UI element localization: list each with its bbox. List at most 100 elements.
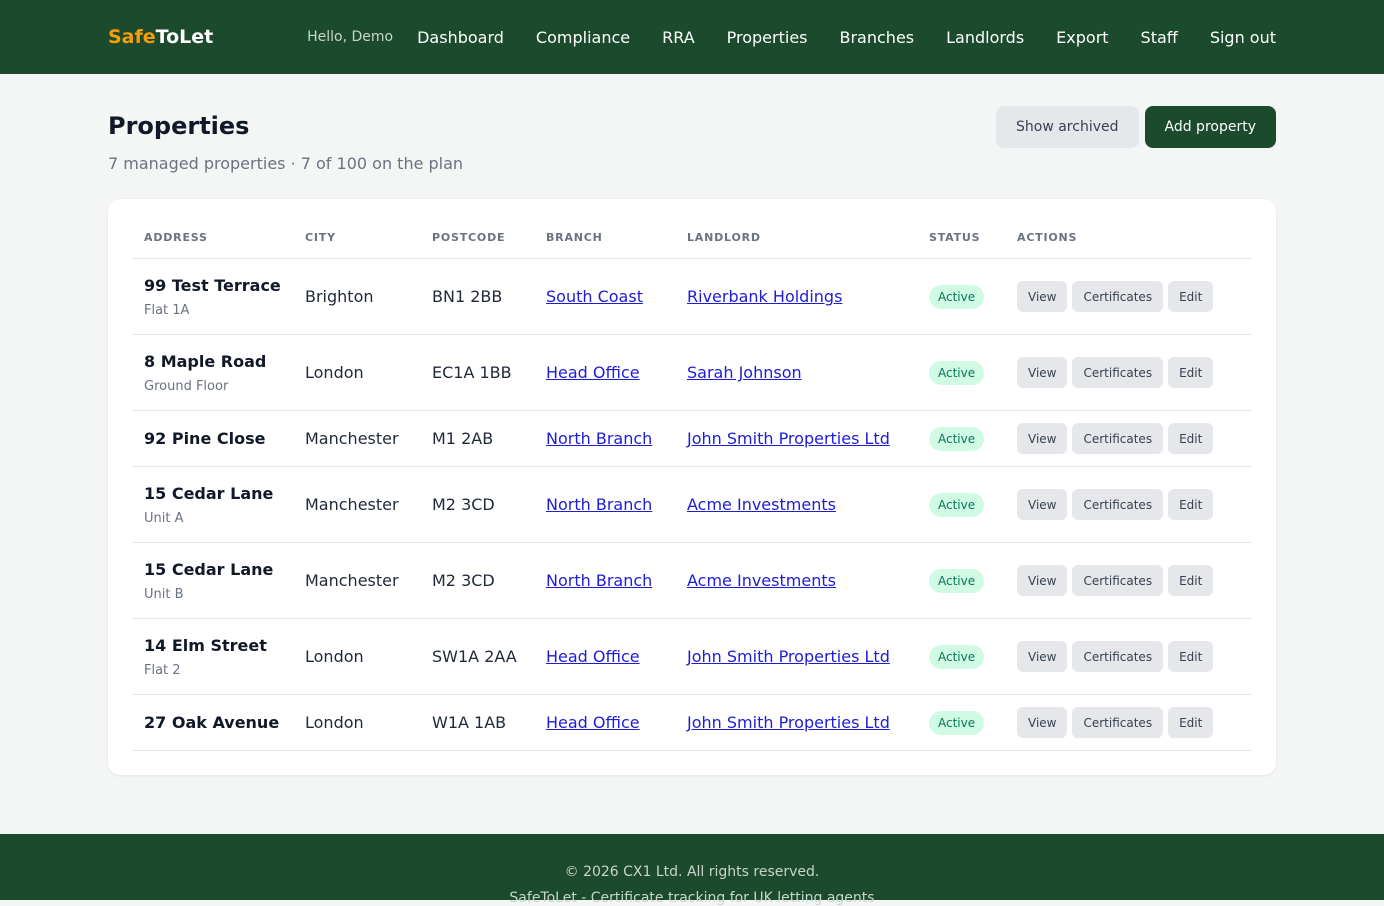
landlord-link[interactable]: Acme Investments bbox=[687, 571, 836, 590]
cell-postcode: EC1A 1BB bbox=[420, 334, 534, 411]
cell-landlord: John Smith Properties Ltd bbox=[675, 694, 917, 751]
cell-actions: View Certificates Edit bbox=[1005, 258, 1252, 335]
address-subline: Unit A bbox=[144, 510, 184, 526]
nav-landlords[interactable]: Landlords bbox=[946, 28, 1024, 47]
cell-status: Active bbox=[917, 694, 1005, 751]
cell-actions: View Certificates Edit bbox=[1005, 466, 1252, 543]
certificates-button[interactable]: Certificates bbox=[1072, 565, 1164, 596]
landlord-link[interactable]: Sarah Johnson bbox=[687, 363, 802, 382]
cell-actions: View Certificates Edit bbox=[1005, 694, 1252, 751]
branch-link[interactable]: North Branch bbox=[546, 429, 652, 448]
certificates-button[interactable]: Certificates bbox=[1072, 423, 1164, 454]
cell-address: 14 Elm Street Flat 2 bbox=[132, 618, 293, 695]
certificates-button[interactable]: Certificates bbox=[1072, 707, 1164, 738]
cell-status: Active bbox=[917, 334, 1005, 411]
address-line: 14 Elm Street bbox=[144, 635, 267, 655]
nav-branches[interactable]: Branches bbox=[840, 28, 915, 47]
edit-button[interactable]: Edit bbox=[1168, 565, 1214, 596]
edit-button[interactable]: Edit bbox=[1168, 489, 1214, 520]
view-button[interactable]: View bbox=[1017, 565, 1068, 596]
cell-landlord: Acme Investments bbox=[675, 466, 917, 543]
cell-actions: View Certificates Edit bbox=[1005, 334, 1252, 411]
add-property-button[interactable]: Add property bbox=[1144, 106, 1276, 148]
header-branch: BRANCH bbox=[534, 225, 675, 259]
cell-address: 15 Cedar Lane Unit B bbox=[132, 542, 293, 619]
address-subline: Flat 1A bbox=[144, 302, 190, 318]
user-greeting: Hello, Demo bbox=[307, 29, 394, 45]
address-line: 15 Cedar Lane bbox=[144, 483, 274, 503]
nav-export[interactable]: Export bbox=[1056, 28, 1108, 47]
cell-address: 92 Pine Close bbox=[132, 410, 293, 467]
branch-link[interactable]: Head Office bbox=[546, 713, 640, 732]
nav-sign-out[interactable]: Sign out bbox=[1210, 28, 1276, 47]
certificates-button[interactable]: Certificates bbox=[1072, 489, 1164, 520]
address-line: 8 Maple Road bbox=[144, 351, 267, 371]
brand-part1: Safe bbox=[108, 26, 156, 48]
view-button[interactable]: View bbox=[1017, 281, 1068, 312]
brand-logo[interactable]: SafeToLet bbox=[108, 26, 213, 48]
cell-actions: View Certificates Edit bbox=[1005, 618, 1252, 695]
header-postcode: POSTCODE bbox=[420, 225, 534, 259]
address-line: 92 Pine Close bbox=[144, 429, 266, 448]
view-button[interactable]: View bbox=[1017, 707, 1068, 738]
address-subline: Unit B bbox=[144, 586, 184, 602]
header-status: STATUS bbox=[917, 225, 1005, 259]
cell-city: London bbox=[293, 334, 420, 411]
nav-properties[interactable]: Properties bbox=[727, 28, 808, 47]
cell-landlord: Riverbank Holdings bbox=[675, 258, 917, 335]
nav-compliance[interactable]: Compliance bbox=[536, 28, 630, 47]
landlord-link[interactable]: Riverbank Holdings bbox=[687, 287, 842, 306]
edit-button[interactable]: Edit bbox=[1168, 357, 1214, 388]
landlord-link[interactable]: John Smith Properties Ltd bbox=[687, 647, 890, 666]
cell-status: Active bbox=[917, 466, 1005, 543]
footer-copyright: © 2026 CX1 Ltd. All rights reserved. bbox=[564, 864, 820, 880]
branch-link[interactable]: North Branch bbox=[546, 495, 652, 514]
cell-city: Brighton bbox=[293, 258, 420, 335]
cell-city: London bbox=[293, 618, 420, 695]
view-button[interactable]: View bbox=[1017, 489, 1068, 520]
certificates-button[interactable]: Certificates bbox=[1072, 357, 1164, 388]
table-header-row: ADDRESS CITY POSTCODE BRANCH LANDLORD ST… bbox=[132, 225, 1252, 259]
cell-status: Active bbox=[917, 618, 1005, 695]
cell-city: Manchester bbox=[293, 542, 420, 619]
landlord-link[interactable]: John Smith Properties Ltd bbox=[687, 429, 890, 448]
table-row: 27 Oak Avenue London W1A 1AB Head Office Joh… bbox=[132, 694, 1252, 751]
edit-button[interactable]: Edit bbox=[1168, 423, 1214, 454]
show-archived-button[interactable]: Show archived bbox=[996, 106, 1139, 148]
edit-button[interactable]: Edit bbox=[1168, 641, 1214, 672]
cell-branch: North Branch bbox=[534, 410, 675, 467]
landlord-link[interactable]: Acme Investments bbox=[687, 495, 836, 514]
landlord-link[interactable]: John Smith Properties Ltd bbox=[687, 713, 890, 732]
cell-branch: South Coast bbox=[534, 258, 675, 335]
cell-status: Active bbox=[917, 258, 1005, 335]
view-button[interactable]: View bbox=[1017, 641, 1068, 672]
page-header: Properties 7 managed properties · 7 of 1… bbox=[108, 106, 1276, 173]
cell-branch: North Branch bbox=[534, 542, 675, 619]
nav-dashboard[interactable]: Dashboard bbox=[417, 28, 504, 47]
nav-staff[interactable]: Staff bbox=[1141, 28, 1178, 47]
table-row: 99 Test Terrace Flat 1A Brighton BN1 2BB Sou… bbox=[132, 258, 1252, 335]
cell-city: London bbox=[293, 694, 420, 751]
edit-button[interactable]: Edit bbox=[1168, 281, 1214, 312]
cell-postcode: SW1A 2AA bbox=[420, 618, 534, 695]
status-badge: Active bbox=[929, 360, 985, 385]
cell-branch: Head Office bbox=[534, 694, 675, 751]
cell-branch: North Branch bbox=[534, 466, 675, 543]
branch-link[interactable]: Head Office bbox=[546, 363, 640, 382]
branch-link[interactable]: Head Office bbox=[546, 647, 640, 666]
edit-button[interactable]: Edit bbox=[1168, 707, 1214, 738]
certificates-button[interactable]: Certificates bbox=[1072, 641, 1164, 672]
page-footer: © 2026 CX1 Ltd. All rights reserved. Saf… bbox=[0, 834, 1384, 906]
view-button[interactable]: View bbox=[1017, 357, 1068, 388]
certificates-button[interactable]: Certificates bbox=[1072, 281, 1164, 312]
branch-link[interactable]: North Branch bbox=[546, 571, 652, 590]
cell-status: Active bbox=[917, 410, 1005, 467]
view-button[interactable]: View bbox=[1017, 423, 1068, 454]
page-subtitle: 7 managed properties · 7 of 100 on the p… bbox=[108, 154, 464, 173]
branch-link[interactable]: South Coast bbox=[546, 287, 643, 306]
cell-city: Manchester bbox=[293, 466, 420, 543]
cell-landlord: John Smith Properties Ltd bbox=[675, 410, 917, 467]
nav-rra[interactable]: RRA bbox=[662, 28, 695, 47]
cell-actions: View Certificates Edit bbox=[1005, 542, 1252, 619]
cell-address: 99 Test Terrace Flat 1A bbox=[132, 258, 293, 335]
